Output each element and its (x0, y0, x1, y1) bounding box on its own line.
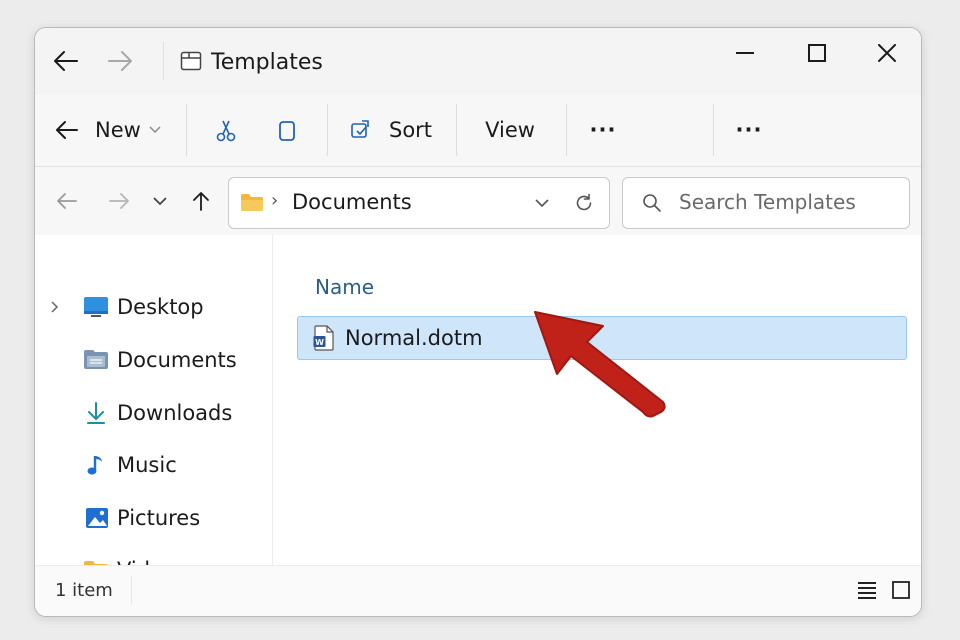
column-header-name[interactable]: Name (315, 275, 374, 299)
cut-button[interactable] (211, 116, 241, 146)
breadcrumb-separator: › (271, 190, 279, 211)
sidebar-item-documents[interactable]: Documents (55, 344, 255, 376)
chevron-down-icon (149, 126, 161, 134)
see-more-button[interactable]: ··· (729, 114, 769, 146)
desktop-icon (84, 297, 108, 317)
sort-icon (351, 120, 369, 138)
nav-forward-button[interactable] (105, 187, 133, 215)
tiles-view-icon (892, 581, 910, 599)
recent-locations-button[interactable] (147, 187, 173, 215)
minimize-icon (736, 52, 754, 54)
close-icon (878, 44, 896, 62)
new-label: New (95, 118, 141, 142)
details-view-icon (858, 582, 876, 599)
folder-window-icon (179, 50, 203, 72)
toolbar-divider (713, 104, 714, 156)
title-bar: Templates (35, 28, 921, 94)
forward-button[interactable] (105, 46, 135, 76)
downloads-icon (87, 402, 105, 424)
sidebar-item-downloads[interactable]: Downloads (55, 397, 255, 429)
copy-button[interactable] (272, 116, 302, 146)
sidebar-item-label: Pictures (117, 506, 201, 530)
pointer-arrow-icon (534, 311, 666, 418)
minimize-button[interactable] (727, 38, 763, 68)
search-input[interactable]: Search Templates (679, 190, 856, 214)
toolbar-divider (186, 104, 187, 156)
search-icon (641, 192, 663, 214)
chevron-down-icon (153, 197, 167, 206)
status-divider (131, 576, 132, 604)
toolbar-divider (327, 104, 328, 156)
sidebar-item-label: Downloads (117, 401, 233, 425)
forward-arrow-icon (108, 51, 132, 71)
window-title: Templates (211, 50, 323, 75)
tiles-view-button[interactable] (887, 576, 915, 604)
scissors-icon (216, 120, 236, 142)
sidebar-item-label: Music (117, 453, 177, 477)
view-button[interactable]: View (475, 114, 545, 146)
music-icon (87, 456, 102, 475)
more-options-button[interactable]: ··· (583, 114, 623, 146)
sort-button[interactable]: Sort (349, 114, 459, 146)
address-row: › Documents Search Templates (35, 167, 921, 235)
back-arrow-icon (57, 193, 77, 209)
navigation-pane: Desktop Documents Downloads Music Pictur… (35, 235, 273, 582)
close-button[interactable] (869, 36, 905, 70)
copy-icon (279, 121, 295, 141)
documents-icon (84, 350, 108, 369)
new-button[interactable]: New (55, 114, 175, 146)
search-box[interactable]: Search Templates (622, 177, 910, 229)
nav-back-button[interactable] (53, 187, 81, 215)
svg-text:W: W (315, 338, 324, 347)
folder-icon (239, 191, 265, 213)
back-arrow-icon (54, 51, 78, 71)
chevron-down-icon (535, 199, 549, 208)
refresh-button[interactable] (571, 190, 597, 216)
toolbar-divider (456, 104, 457, 156)
up-arrow-icon (193, 192, 209, 211)
sidebar-item-desktop[interactable]: Desktop (55, 291, 255, 323)
address-bar[interactable]: › Documents (228, 177, 610, 229)
sidebar-item-music[interactable]: Music (55, 449, 255, 481)
more-options-icon: ··· (589, 118, 617, 142)
file-explorer-window: Templates New Sort View ··· ··· › Docume… (34, 27, 922, 617)
up-button[interactable] (187, 187, 215, 215)
status-bar: 1 item (35, 565, 921, 616)
breadcrumb-documents[interactable]: Documents (292, 190, 412, 214)
toolbar-divider (566, 104, 567, 156)
command-bar: New Sort View ··· ··· (35, 94, 921, 167)
sidebar-item-label: Documents (117, 348, 237, 372)
back-button[interactable] (51, 46, 81, 76)
pictures-icon (86, 508, 108, 528)
file-name: Normal.dotm (345, 326, 483, 350)
new-arrow-icon (56, 121, 78, 139)
sidebar-item-pictures[interactable]: Pictures (55, 502, 255, 534)
title-divider (163, 42, 164, 80)
forward-arrow-icon (109, 193, 129, 209)
refresh-icon (576, 193, 592, 211)
word-template-icon: W (312, 324, 336, 352)
sort-label: Sort (389, 118, 433, 142)
maximize-button[interactable] (799, 36, 835, 70)
details-view-button[interactable] (853, 576, 881, 604)
view-label: View (485, 118, 535, 142)
sidebar-item-label: Desktop (117, 295, 204, 319)
see-more-icon: ··· (735, 118, 763, 142)
item-count: 1 item (55, 580, 113, 601)
maximize-icon (808, 44, 826, 62)
address-dropdown-button[interactable] (531, 192, 553, 214)
